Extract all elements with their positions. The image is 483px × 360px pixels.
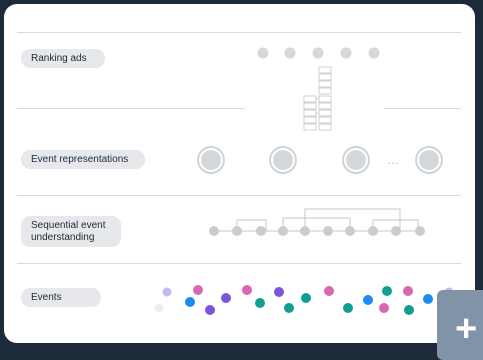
event-dot xyxy=(284,303,294,313)
ranking-dot xyxy=(340,47,352,59)
representation-ring xyxy=(197,146,225,174)
ranking-dot xyxy=(312,47,324,59)
event-dot xyxy=(423,294,433,304)
event-dot xyxy=(382,286,392,296)
sequence-node xyxy=(323,226,333,236)
ranking-model-blocks xyxy=(303,66,332,131)
event-dot xyxy=(193,285,203,295)
sequence-node xyxy=(256,226,266,236)
representation-ring xyxy=(415,146,443,174)
diagram-art: … xyxy=(154,47,454,315)
sequence-node xyxy=(345,226,355,236)
add-button[interactable]: + xyxy=(437,290,483,360)
event-dot xyxy=(363,295,373,305)
sequence-node xyxy=(415,226,425,236)
representation-ring xyxy=(342,146,370,174)
event-dot xyxy=(255,298,265,308)
ranking-dot xyxy=(257,47,269,59)
sequence-node xyxy=(278,226,288,236)
diagram-card: Ranking ads Event representations Sequen… xyxy=(4,4,475,343)
event-dot xyxy=(242,285,252,295)
representation-ellipsis: … xyxy=(387,153,399,167)
event-dot xyxy=(403,286,413,296)
sequence-node xyxy=(368,226,378,236)
sequence-node xyxy=(300,226,310,236)
plus-icon: + xyxy=(455,308,478,350)
event-dot xyxy=(162,287,172,297)
event-dot xyxy=(185,297,195,307)
sequence-node xyxy=(232,226,242,236)
ranking-dot xyxy=(368,47,380,59)
event-dot xyxy=(154,303,164,313)
event-dot xyxy=(379,303,389,313)
event-dot xyxy=(274,287,284,297)
event-dot xyxy=(343,303,353,313)
event-dot xyxy=(301,293,311,303)
representation-ring xyxy=(269,146,297,174)
event-dots xyxy=(154,285,454,315)
sequence-node xyxy=(209,226,219,236)
sequence-node xyxy=(391,226,401,236)
event-dot xyxy=(205,305,215,315)
event-dot xyxy=(404,305,414,315)
ranking-dot xyxy=(284,47,296,59)
event-dot xyxy=(324,286,334,296)
event-dot xyxy=(221,293,231,303)
